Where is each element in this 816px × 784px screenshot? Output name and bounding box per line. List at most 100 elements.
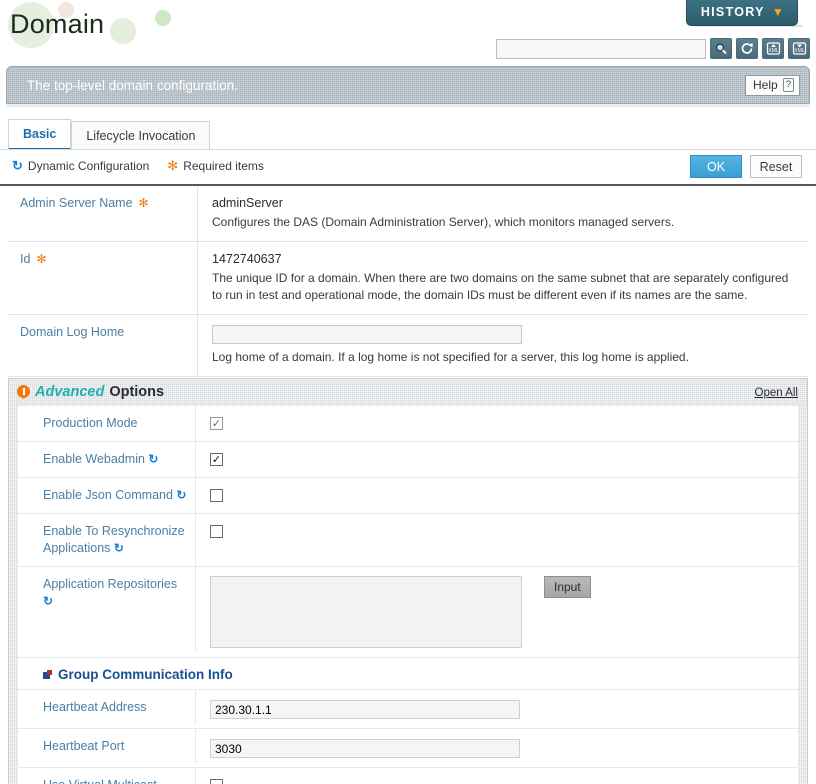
field-value-enable-webadmin: ✓	[196, 442, 798, 475]
heartbeat-address-input[interactable]	[210, 700, 520, 719]
xml-upload-icon[interactable]: XML	[762, 38, 784, 59]
search-toolbar: XML XML	[496, 38, 810, 59]
sync-icon: ↻	[12, 158, 23, 173]
field-value-use-virtual-multicast	[196, 768, 798, 784]
info-pin-icon	[17, 384, 30, 400]
history-label: HISTORY	[700, 5, 765, 19]
enable-webadmin-checkbox[interactable]: ✓	[210, 453, 223, 466]
sync-icon: ↻	[113, 541, 124, 555]
table-row: Application Repositories ↻ Input	[18, 567, 798, 658]
table-row: Production Mode ✓	[18, 406, 798, 442]
reset-button[interactable]: Reset	[750, 155, 802, 178]
table-row: Use Virtual Multicast	[18, 768, 798, 784]
chevron-down-icon: ▼	[771, 5, 785, 19]
table-row: Heartbeat Address	[18, 690, 798, 729]
decor-circle-medium	[110, 18, 136, 44]
open-all-link[interactable]: Open All	[755, 387, 798, 399]
field-label-production-mode: Production Mode	[18, 406, 196, 441]
search-icon[interactable]	[710, 38, 732, 59]
table-row: Heartbeat Port	[18, 729, 798, 768]
field-label-domain-log-home: Domain Log Home	[8, 315, 198, 376]
label-text: Id	[20, 252, 31, 266]
label-text: Admin Server Name	[20, 196, 133, 210]
xml-download-icon[interactable]: XML	[788, 38, 810, 59]
panel-left-texture	[9, 406, 18, 784]
page-root: Domain HISTORY ▼ XML XML The top-level d…	[0, 0, 816, 784]
table-row: Enable To Resynchronize Applications ↻	[18, 514, 798, 567]
tab-lifecycle-invocation[interactable]: Lifecycle Invocation	[71, 121, 211, 150]
options-word: Options	[109, 384, 165, 400]
help-button[interactable]: Help ?	[745, 75, 800, 96]
advanced-options-panel: Advanced Options Open All Production Mod…	[8, 378, 808, 784]
enable-json-command-checkbox[interactable]	[210, 489, 223, 502]
tab-bar: Basic Lifecycle Invocation	[8, 118, 211, 150]
field-label-heartbeat-port: Heartbeat Port	[18, 729, 196, 764]
advanced-options-title: Advanced Options	[17, 384, 164, 400]
required-asterisk-icon: ✻	[138, 196, 149, 210]
tab-bottom-rule	[0, 149, 816, 150]
help-label: Help	[753, 78, 778, 92]
tab-basic[interactable]: Basic	[8, 119, 72, 150]
production-mode-checkbox[interactable]: ✓	[210, 417, 223, 430]
field-label-admin-server-name: Admin Server Name ✻	[8, 186, 198, 241]
value-text: adminServer	[212, 196, 283, 210]
label-text: Enable Webadmin	[43, 452, 145, 466]
banner-description: The top-level domain configuration.	[27, 78, 238, 93]
required-asterisk-icon: ✻	[167, 158, 179, 173]
section-header-group-communication-info: Group Communication Info	[18, 658, 798, 690]
table-row: Id ✻ 1472740637 The unique ID for a doma…	[8, 242, 808, 315]
field-value-admin-server-name: adminServer Configures the DAS (Domain A…	[198, 186, 808, 241]
label-text: Heartbeat Port	[43, 739, 125, 753]
advanced-options-header: Advanced Options Open All	[8, 378, 808, 406]
decor-circle-small	[155, 10, 171, 26]
field-value-id: 1472740637 The unique ID for a domain. W…	[198, 242, 808, 314]
svg-text:XML: XML	[768, 48, 779, 54]
basic-form-table: Admin Server Name ✻ adminServer Configur…	[8, 186, 808, 377]
field-label-application-repositories: Application Repositories ↻	[18, 567, 196, 651]
table-row: Enable Json Command ↻	[18, 478, 798, 514]
advanced-options-content: Production Mode ✓ Enable Webadmin ↻ ✓ En…	[18, 406, 798, 784]
application-repositories-input-button[interactable]: Input	[544, 576, 591, 598]
field-label-enable-webadmin: Enable Webadmin ↻	[18, 442, 196, 477]
legend-row: ↻ Dynamic Configuration ✻ Required items	[12, 158, 264, 174]
app-brand-title: Domain	[10, 9, 105, 39]
advanced-word: Advanced	[35, 384, 105, 400]
ok-button[interactable]: OK	[690, 155, 742, 178]
field-label-use-virtual-multicast: Use Virtual Multicast	[18, 768, 196, 784]
form-actions: OK Reset	[690, 155, 802, 178]
legend-required-label: Required items	[183, 159, 264, 173]
required-asterisk-icon: ✻	[36, 252, 47, 266]
label-text: Heartbeat Address	[43, 700, 147, 714]
field-label-id: Id ✻	[8, 242, 198, 314]
search-input[interactable]	[496, 38, 706, 59]
field-value-heartbeat-address	[196, 690, 798, 728]
field-label-enable-json-command: Enable Json Command ↻	[18, 478, 196, 513]
section-square-icon	[43, 669, 53, 680]
description-banner: The top-level domain configuration. Help…	[6, 66, 810, 104]
table-row: Admin Server Name ✻ adminServer Configur…	[8, 186, 808, 242]
field-label-enable-resynchronize-applications: Enable To Resynchronize Applications ↻	[18, 514, 196, 566]
sync-icon: ↻	[176, 488, 187, 502]
refresh-load-icon[interactable]	[736, 38, 758, 59]
field-value-domain-log-home: Log home of a domain. If a log home is n…	[198, 315, 808, 376]
table-row: Domain Log Home Log home of a domain. If…	[8, 315, 808, 377]
panel-right-texture	[798, 406, 807, 784]
domain-log-home-input[interactable]	[212, 325, 522, 344]
value-text: 1472740637	[212, 252, 282, 266]
description-text: The unique ID for a domain. When there a…	[212, 271, 789, 302]
legend-required-items: ✻ Required items	[167, 158, 264, 174]
description-text: Log home of a domain. If a log home is n…	[212, 350, 689, 364]
advanced-options-body: Production Mode ✓ Enable Webadmin ↻ ✓ En…	[8, 406, 808, 784]
use-virtual-multicast-checkbox[interactable]	[210, 779, 223, 784]
field-value-heartbeat-port	[196, 729, 798, 767]
app-header: Domain HISTORY ▼ XML XML	[0, 0, 816, 62]
question-mark-icon: ?	[782, 78, 794, 92]
label-text: Enable Json Command	[43, 488, 173, 502]
application-repositories-textarea[interactable]	[210, 576, 522, 648]
history-button[interactable]: HISTORY ▼	[685, 0, 798, 26]
legend-dynamic-label: Dynamic Configuration	[27, 159, 150, 173]
enable-resynchronize-applications-checkbox[interactable]	[210, 525, 223, 538]
field-value-application-repositories: Input	[196, 567, 798, 657]
heartbeat-port-input[interactable]	[210, 739, 520, 758]
sync-icon: ↻	[148, 452, 159, 466]
